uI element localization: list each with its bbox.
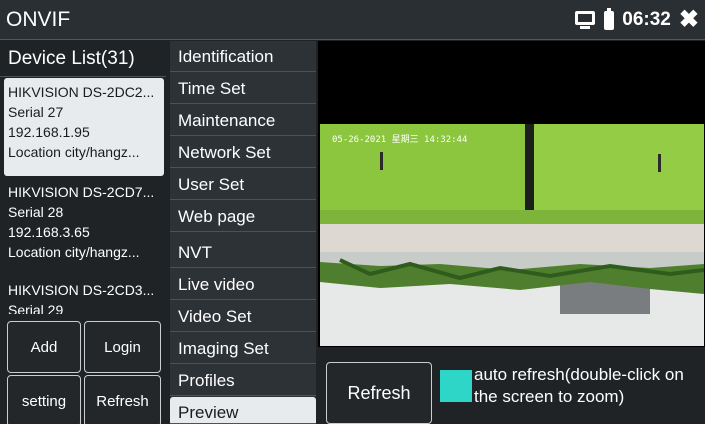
device-serial: Serial 29 [8, 302, 64, 314]
device-refresh-button[interactable]: Refresh [84, 375, 161, 424]
device-item[interactable]: HIKVISION DS-2DC2... Serial 27 192.168.1… [4, 78, 164, 176]
status-area: 06:32 ✖ [574, 7, 699, 32]
menu-item-profiles[interactable]: Profiles [170, 365, 316, 396]
device-ip: 192.168.3.65 [8, 224, 90, 240]
device-name: HIKVISION DS-2CD7... [8, 184, 155, 200]
auto-refresh-label: auto refresh(double-click on the screen … [474, 365, 684, 406]
menu-item-web-page[interactable]: Web page [170, 201, 316, 232]
app-title: ONVIF [6, 8, 71, 31]
preview-refresh-button[interactable]: Refresh [326, 362, 432, 424]
monitor-icon [574, 10, 596, 30]
close-icon[interactable]: ✖ [679, 8, 699, 32]
menu-item-video-set[interactable]: Video Set [170, 301, 316, 332]
battery-icon [604, 7, 615, 30]
menu-item-imaging-set[interactable]: Imaging Set [170, 333, 316, 364]
video-frame[interactable]: 05-26-2021 星期三 14:32:44 [320, 124, 704, 346]
video-osd-timestamp: 05-26-2021 星期三 14:32:44 [332, 135, 468, 145]
menu-item-maintenance[interactable]: Maintenance [170, 105, 316, 136]
device-location: Location city/hangz... [8, 144, 140, 160]
title-bar: ONVIF 06:32 ✖ [0, 0, 705, 40]
device-list-header: Device List(31) [0, 41, 166, 77]
auto-refresh-checkbox[interactable] [440, 370, 472, 402]
device-serial: Serial 27 [8, 104, 64, 120]
device-name: HIKVISION DS-2DC2... [8, 84, 155, 100]
settings-menu: Identification Time Set Maintenance Netw… [170, 41, 316, 424]
device-list-title: Device List(31) [8, 48, 135, 69]
device-item[interactable]: HIKVISION DS-2CD7... Serial 28 192.168.3… [4, 178, 164, 276]
menu-item-preview[interactable]: Preview [170, 397, 316, 424]
device-location: Location city/hangz... [8, 244, 140, 260]
menu-item-identification[interactable]: Identification [170, 41, 316, 72]
menu-item-user-set[interactable]: User Set [170, 169, 316, 200]
device-ip: 192.168.1.95 [8, 124, 90, 140]
menu-item-live-video[interactable]: Live video [170, 269, 316, 300]
menu-item-time-set[interactable]: Time Set [170, 73, 316, 104]
clock: 06:32 [622, 9, 671, 30]
device-serial: Serial 28 [8, 204, 64, 220]
login-button[interactable]: Login [84, 321, 161, 373]
camera-image [320, 124, 704, 346]
menu-item-nvt[interactable]: NVT [170, 237, 316, 268]
device-item[interactable]: HIKVISION DS-2CD3... Serial 29 [4, 276, 164, 314]
device-name: HIKVISION DS-2CD3... [8, 282, 155, 298]
menu-item-network-set[interactable]: Network Set [170, 137, 316, 168]
add-button[interactable]: Add [7, 321, 81, 373]
setting-button[interactable]: setting [7, 375, 81, 424]
